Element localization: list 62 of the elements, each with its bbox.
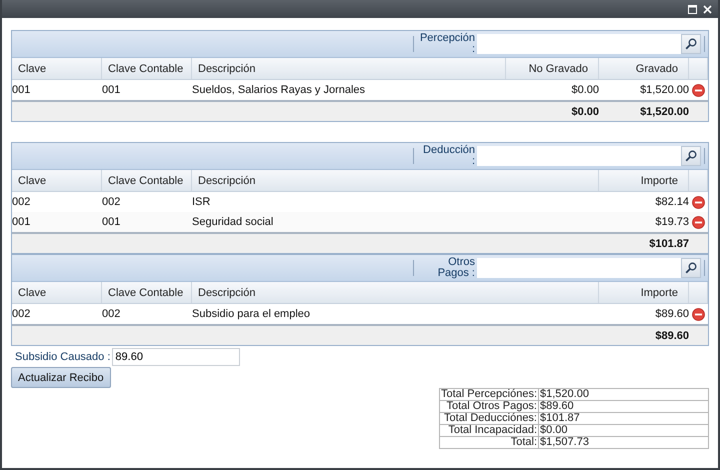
table-cell-text: Subsidio para el empleo	[192, 307, 312, 322]
table-cell-text: 002	[102, 195, 122, 210]
column-header[interactable]: Clave Contable	[102, 282, 192, 303]
summary-value: $1,507.73	[538, 436, 708, 448]
search-button[interactable]	[681, 34, 701, 54]
remove-icon[interactable]	[692, 196, 705, 208]
table-cell-text: $0.00	[570, 83, 599, 98]
summary-value: $101.87	[538, 412, 708, 424]
summary-value: $1,520.00	[538, 388, 708, 400]
column-header[interactable]: Importe	[599, 170, 689, 191]
column-header[interactable]: Gravado	[599, 58, 689, 79]
subsidio-field[interactable]: 89.60	[112, 348, 240, 366]
search-label: Deducción :	[422, 145, 476, 167]
remove-icon[interactable]	[692, 308, 705, 320]
remove-icon[interactable]	[692, 84, 705, 96]
search-label: Otros Pagos :	[436, 257, 476, 279]
summary-value: $89.60	[538, 400, 708, 412]
maximize-icon[interactable]	[688, 4, 697, 14]
total-cell-text: $89.60	[654, 328, 689, 344]
search-button[interactable]	[681, 146, 701, 166]
total-cell-text: $1,520.00	[639, 104, 689, 120]
search-icon	[685, 38, 697, 50]
table-cell-text: $1,520.00	[639, 83, 689, 98]
table-cell-text: 002	[102, 307, 122, 322]
column-header[interactable]: Descripción	[192, 170, 599, 191]
subsidio-label: Subsidio Causado :	[15, 351, 110, 363]
column-header[interactable]: Clave	[12, 170, 102, 191]
summary-value: $0.00	[538, 424, 708, 436]
table-cell-text: Seguridad social	[192, 215, 274, 230]
table-cell-text: $89.60	[654, 307, 689, 322]
summary-label: Total Deducciónes:	[440, 412, 538, 424]
summary-label: Total Percepciónes:	[440, 388, 538, 400]
update-button[interactable]: Actualizar Recibo	[11, 367, 111, 388]
table-cell-text: ISR	[192, 195, 212, 210]
column-header[interactable]: Importe	[599, 282, 689, 303]
total-cell-text: $101.87	[648, 236, 689, 252]
summary-label: Total Incapacidad:	[440, 424, 538, 436]
table-cell-text: 002	[12, 307, 32, 322]
table-cell-text: 001	[102, 215, 122, 230]
close-icon[interactable]	[703, 4, 712, 14]
table-cell-text: $19.73	[654, 215, 689, 230]
search-icon	[685, 262, 697, 274]
table-cell-text: 001	[102, 83, 122, 98]
search-icon	[685, 150, 697, 162]
column-header[interactable]: Clave	[12, 282, 102, 303]
column-header[interactable]: Clave Contable	[102, 58, 192, 79]
table-cell-text: 001	[12, 83, 32, 98]
search-button[interactable]	[681, 258, 701, 278]
table-cell-text: 002	[12, 195, 32, 210]
table-cell-text: $82.14	[654, 195, 689, 210]
summary-label: Total Otros Pagos:	[440, 400, 538, 412]
summary-label: Total:	[440, 436, 538, 448]
column-header[interactable]: Clave	[12, 58, 102, 79]
column-header[interactable]: No Gravado	[506, 58, 599, 79]
search-label: Percepción :	[418, 33, 476, 55]
total-cell-text: $0.00	[570, 104, 599, 120]
table-cell-text: Sueldos, Salarios Rayas y Jornales	[192, 83, 366, 98]
remove-icon[interactable]	[692, 216, 705, 228]
column-header[interactable]: Descripción	[192, 58, 506, 79]
table-cell-text: 001	[12, 215, 32, 230]
column-header[interactable]: Descripción	[192, 282, 599, 303]
column-header[interactable]: Clave Contable	[102, 170, 192, 191]
